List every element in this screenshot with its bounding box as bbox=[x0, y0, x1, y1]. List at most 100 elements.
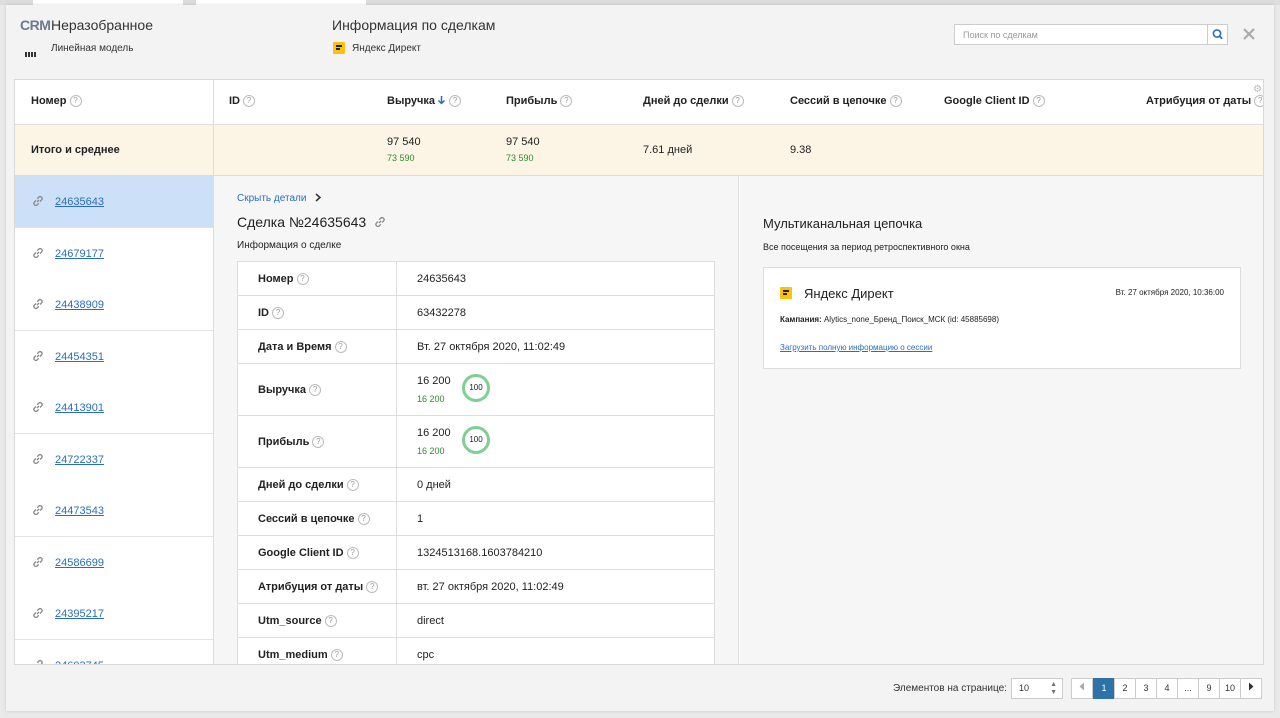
link-icon bbox=[31, 297, 45, 311]
prev-page-button[interactable] bbox=[1071, 678, 1093, 699]
search-icon bbox=[1212, 29, 1223, 40]
help-icon[interactable]: ? bbox=[330, 649, 343, 662]
field-value-sub: 16 200 bbox=[417, 394, 445, 404]
help-icon[interactable]: ? bbox=[1032, 95, 1045, 108]
field-label: Utm_medium? bbox=[258, 649, 343, 662]
link-icon bbox=[31, 349, 45, 363]
help-icon[interactable]: ? bbox=[312, 436, 325, 449]
deal-number-link[interactable]: 24473543 bbox=[55, 505, 104, 517]
chevron-right-icon bbox=[1249, 682, 1254, 691]
help-icon[interactable]: ? bbox=[243, 95, 255, 108]
table-row[interactable]: 24395217 bbox=[15, 588, 213, 640]
totals-sessions: 9.38 bbox=[790, 144, 812, 156]
deal-number-link[interactable]: 24679177 bbox=[55, 248, 104, 260]
help-icon[interactable]: ? bbox=[69, 95, 82, 108]
select-arrows-icon: ▲ ▼ bbox=[1050, 681, 1057, 696]
help-icon[interactable]: ? bbox=[366, 581, 379, 594]
page-button[interactable]: 10 bbox=[1219, 678, 1241, 699]
deal-number-link[interactable]: 24413901 bbox=[55, 402, 104, 414]
help-icon[interactable]: ? bbox=[346, 479, 359, 492]
hide-details-button[interactable]: Скрыть детали bbox=[237, 193, 322, 204]
deal-number-link[interactable]: 24635643 bbox=[55, 196, 104, 208]
deal-number-link[interactable]: 24395217 bbox=[55, 608, 104, 620]
help-icon[interactable]: ? bbox=[1254, 95, 1263, 108]
table-row[interactable]: 24454351 bbox=[15, 331, 213, 383]
field-row: Utm_source? direct bbox=[238, 604, 714, 638]
field-label: Дата и Время? bbox=[258, 341, 347, 354]
totals-label: Итого и среднее bbox=[31, 144, 120, 156]
help-icon[interactable]: ? bbox=[449, 95, 462, 108]
field-value: 16 200 bbox=[417, 427, 451, 439]
table-row[interactable]: 24635643 bbox=[15, 176, 213, 228]
table-row[interactable]: 24438909 bbox=[15, 279, 213, 331]
help-icon[interactable]: ? bbox=[334, 341, 347, 354]
page-button[interactable]: 1 bbox=[1093, 678, 1115, 699]
col-id[interactable]: ID? bbox=[229, 95, 255, 108]
col-days-to-deal[interactable]: Дней до сделки? bbox=[643, 95, 744, 108]
field-row: Дней до сделки? 0 дней bbox=[238, 468, 714, 502]
gear-icon[interactable]: ⚙ bbox=[1253, 84, 1262, 95]
panel-header: CRM Неразобранное Линейная модель Информ… bbox=[6, 5, 1274, 63]
help-icon[interactable]: ? bbox=[731, 95, 744, 108]
col-number[interactable]: Номер? bbox=[31, 95, 82, 108]
field-label: Google Client ID? bbox=[258, 547, 359, 560]
session-source: Яндекс Директ bbox=[804, 286, 894, 301]
help-icon[interactable]: ? bbox=[560, 95, 573, 108]
linear-model-icon bbox=[25, 49, 37, 57]
deal-number-link[interactable]: 24722337 bbox=[55, 454, 104, 466]
deal-list: 24635643 24679177 24438909 24454351 2441… bbox=[15, 176, 213, 664]
help-icon[interactable]: ? bbox=[296, 273, 309, 286]
help-icon[interactable]: ? bbox=[272, 307, 284, 320]
deal-subtitle: Информация о сделке bbox=[237, 240, 342, 251]
close-button[interactable] bbox=[1240, 25, 1258, 43]
table-row[interactable]: 24413901 bbox=[15, 382, 213, 434]
help-icon[interactable]: ? bbox=[346, 547, 359, 560]
page-button[interactable]: 3 bbox=[1135, 678, 1157, 699]
col-attribution-date[interactable]: Атрибуция от даты? bbox=[1146, 95, 1263, 108]
field-value: вт. 27 октября 2020, 11:02:49 bbox=[417, 581, 564, 593]
deals-info-title: Информация по сделкам bbox=[332, 17, 496, 33]
help-icon[interactable]: ? bbox=[357, 513, 370, 526]
field-label: Атрибуция от даты? bbox=[258, 581, 379, 594]
share-ring: 100 bbox=[462, 374, 490, 402]
crm-logo: CRM bbox=[20, 17, 51, 33]
session-card: Яндекс Директ Вт. 27 октября 2020, 10:36… bbox=[763, 267, 1241, 369]
deal-number-link[interactable]: 24586699 bbox=[55, 557, 104, 569]
deal-number-link[interactable]: 24438909 bbox=[55, 299, 104, 311]
field-row: ID? 63432278 bbox=[238, 296, 714, 330]
page-button[interactable]: 9 bbox=[1198, 678, 1220, 699]
col-revenue[interactable]: Выручка? bbox=[387, 95, 462, 108]
deal-detail-pane: Скрыть детали Сделка №24635643 Информаци… bbox=[214, 176, 739, 664]
yandex-direct-icon bbox=[333, 42, 345, 54]
deal-number-link[interactable]: 24603745 bbox=[55, 660, 104, 664]
table-row[interactable]: 24679177 bbox=[15, 228, 213, 280]
deal-title: Сделка №24635643 bbox=[237, 214, 387, 230]
deal-number-link[interactable]: 24454351 bbox=[55, 351, 104, 363]
page-ellipsis: ... bbox=[1177, 678, 1199, 699]
help-icon[interactable]: ? bbox=[324, 615, 337, 628]
col-google-client-id[interactable]: Google Client ID? bbox=[944, 95, 1045, 108]
load-session-link[interactable]: Загрузить полную информацию о сессии bbox=[780, 343, 932, 352]
next-page-button[interactable] bbox=[1240, 678, 1262, 699]
per-page-select[interactable]: 10 ▲ ▼ bbox=[1011, 678, 1063, 699]
col-sessions[interactable]: Сессий в цепочке? bbox=[790, 95, 902, 108]
field-value: 16 200 bbox=[417, 375, 451, 387]
field-label: Utm_source? bbox=[258, 615, 337, 628]
field-value: cpc bbox=[417, 649, 435, 661]
field-value: 0 дней bbox=[417, 479, 451, 491]
help-icon[interactable]: ? bbox=[889, 95, 902, 108]
link-icon[interactable] bbox=[373, 215, 387, 229]
yandex-direct-icon bbox=[780, 287, 792, 299]
table-row[interactable]: 24722337 bbox=[15, 434, 213, 486]
search-input[interactable] bbox=[955, 25, 1209, 44]
field-label: Дней до сделки? bbox=[258, 479, 359, 492]
table-row[interactable]: 24603745 bbox=[15, 640, 213, 664]
page-button[interactable]: 4 bbox=[1156, 678, 1178, 699]
help-icon[interactable]: ? bbox=[309, 384, 322, 397]
table-row[interactable]: 24586699 bbox=[15, 537, 213, 589]
table-row[interactable]: 24473543 bbox=[15, 485, 213, 537]
col-profit[interactable]: Прибыль? bbox=[506, 95, 573, 108]
multichannel-title: Мультиканальная цепочка bbox=[763, 216, 923, 231]
search-button[interactable] bbox=[1207, 25, 1227, 44]
page-button[interactable]: 2 bbox=[1114, 678, 1136, 699]
